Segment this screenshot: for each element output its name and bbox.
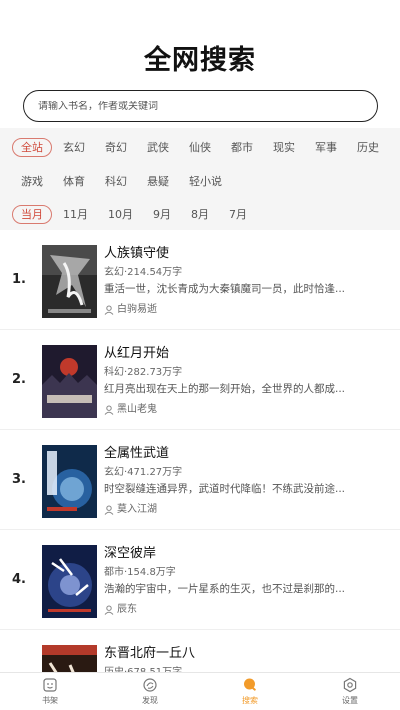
rank-number: 1. [12, 272, 26, 287]
book-cover[interactable] [42, 245, 97, 318]
category-wuxia[interactable]: 武侠 [138, 138, 178, 157]
book-cover[interactable] [42, 345, 97, 418]
list-item[interactable]: 1. 人族镇守使 玄幻·214.54万字 重活一世，沈长青成为大秦镇魔司一员，此… [0, 230, 400, 330]
author-name: 莫入江湖 [117, 504, 157, 515]
book-title[interactable]: 深空彼岸 [104, 544, 388, 564]
category-xuanyi[interactable]: 悬疑 [138, 172, 178, 191]
author-name: 辰东 [117, 604, 137, 615]
category-youxi[interactable]: 游戏 [12, 172, 52, 191]
bottom-tab-bar: 书架 发现 搜索 设置 [0, 672, 400, 710]
month-11[interactable]: 11月 [54, 205, 97, 224]
tab-label: 书架 [42, 696, 58, 705]
book-author: 辰东 [104, 602, 388, 617]
book-meta: 都市·154.8万字 [104, 567, 176, 578]
user-icon [104, 405, 114, 415]
book-cover[interactable] [42, 445, 97, 518]
filter-panel: 全站 玄幻 奇幻 武侠 仙侠 都市 现实 军事 历史 游戏 体育 科幻 悬疑 轻… [0, 128, 400, 230]
category-lishi[interactable]: 历史 [348, 138, 388, 157]
book-title[interactable]: 从红月开始 [104, 344, 388, 364]
category-dushi[interactable]: 都市 [222, 138, 262, 157]
list-item[interactable]: 3. 全属性武道 玄幻·471.27万字 时空裂缝连通异界，武道时代降临！不练武… [0, 430, 400, 530]
month-current[interactable]: 当月 [12, 205, 52, 224]
tab-settings[interactable]: 设置 [300, 673, 400, 710]
category-junshi[interactable]: 军事 [306, 138, 346, 157]
category-tiyu[interactable]: 体育 [54, 172, 94, 191]
book-cover[interactable] [42, 545, 97, 618]
page-title: 全网搜索 [144, 45, 256, 76]
book-author: 黑山老鬼 [104, 402, 388, 417]
month-10[interactable]: 10月 [99, 205, 142, 224]
book-meta: 玄幻·214.54万字 [104, 267, 183, 278]
category-xuanhuan[interactable]: 玄幻 [54, 138, 94, 157]
rank-number: 4. [12, 572, 26, 587]
book-title[interactable]: 东晋北府一丘八 [104, 644, 388, 664]
category-row-1: 全站 玄幻 奇幻 武侠 仙侠 都市 现实 军事 历史 [12, 138, 390, 157]
book-author: 白驹易逝 [104, 302, 388, 317]
author-name: 黑山老鬼 [117, 404, 157, 415]
month-7[interactable]: 7月 [220, 205, 256, 224]
month-row: 当月 11月 10月 9月 8月 7月 [12, 205, 258, 224]
tab-label: 设置 [342, 696, 358, 705]
rank-number: 3. [12, 472, 26, 487]
user-icon [104, 605, 114, 615]
tab-label: 发现 [142, 696, 158, 705]
tab-discover[interactable]: 发现 [100, 673, 200, 710]
tab-label: 搜索 [242, 696, 258, 705]
settings-icon [343, 677, 357, 693]
user-icon [104, 305, 114, 315]
book-description: 红月亮出现在天上的那一刻开始，全世界的人都成... [104, 383, 346, 395]
book-title[interactable]: 人族镇守使 [104, 244, 388, 264]
category-all[interactable]: 全站 [12, 138, 52, 157]
book-title[interactable]: 全属性武道 [104, 444, 388, 464]
book-description: 时空裂缝连通异界，武道时代降临！不练武没前途... [104, 483, 346, 495]
book-list: 1. 人族镇守使 玄幻·214.54万字 重活一世，沈长青成为大秦镇魔司一员，此… [0, 230, 400, 710]
month-8[interactable]: 8月 [182, 205, 218, 224]
list-item[interactable]: 2. 从红月开始 科幻·282.73万字 红月亮出现在天上的那一刻开始，全世界的… [0, 330, 400, 430]
rank-number: 2. [12, 372, 26, 387]
search-box[interactable] [23, 90, 378, 122]
tab-bookshelf[interactable]: 书架 [0, 673, 100, 710]
discover-icon [143, 678, 157, 692]
book-author: 莫入江湖 [104, 502, 388, 517]
category-xianshi[interactable]: 现实 [264, 138, 304, 157]
user-icon [104, 505, 114, 515]
book-description: 重活一世，沈长青成为大秦镇魔司一员，此时恰逢... [104, 283, 346, 295]
book-meta: 科幻·282.73万字 [104, 367, 183, 378]
tab-search[interactable]: 搜索 [200, 673, 300, 710]
search-icon [244, 678, 256, 691]
category-qihuan[interactable]: 奇幻 [96, 138, 136, 157]
category-row-2: 游戏 体育 科幻 悬疑 轻小说 [12, 172, 233, 191]
bookshelf-icon [43, 678, 57, 692]
book-description: 浩瀚的宇宙中，一片星系的生灭，也不过是刹那的... [104, 583, 346, 595]
search-input[interactable] [38, 100, 377, 112]
category-qingxiaoshuo[interactable]: 轻小说 [180, 172, 231, 191]
category-kehuan[interactable]: 科幻 [96, 172, 136, 191]
category-xianxia[interactable]: 仙侠 [180, 138, 220, 157]
month-9[interactable]: 9月 [144, 205, 180, 224]
book-meta: 玄幻·471.27万字 [104, 467, 183, 478]
list-item[interactable]: 4. 深空彼岸 都市·154.8万字 浩瀚的宇宙中，一片星系的生灭，也不过是刹那… [0, 530, 400, 630]
author-name: 白驹易逝 [117, 304, 157, 315]
